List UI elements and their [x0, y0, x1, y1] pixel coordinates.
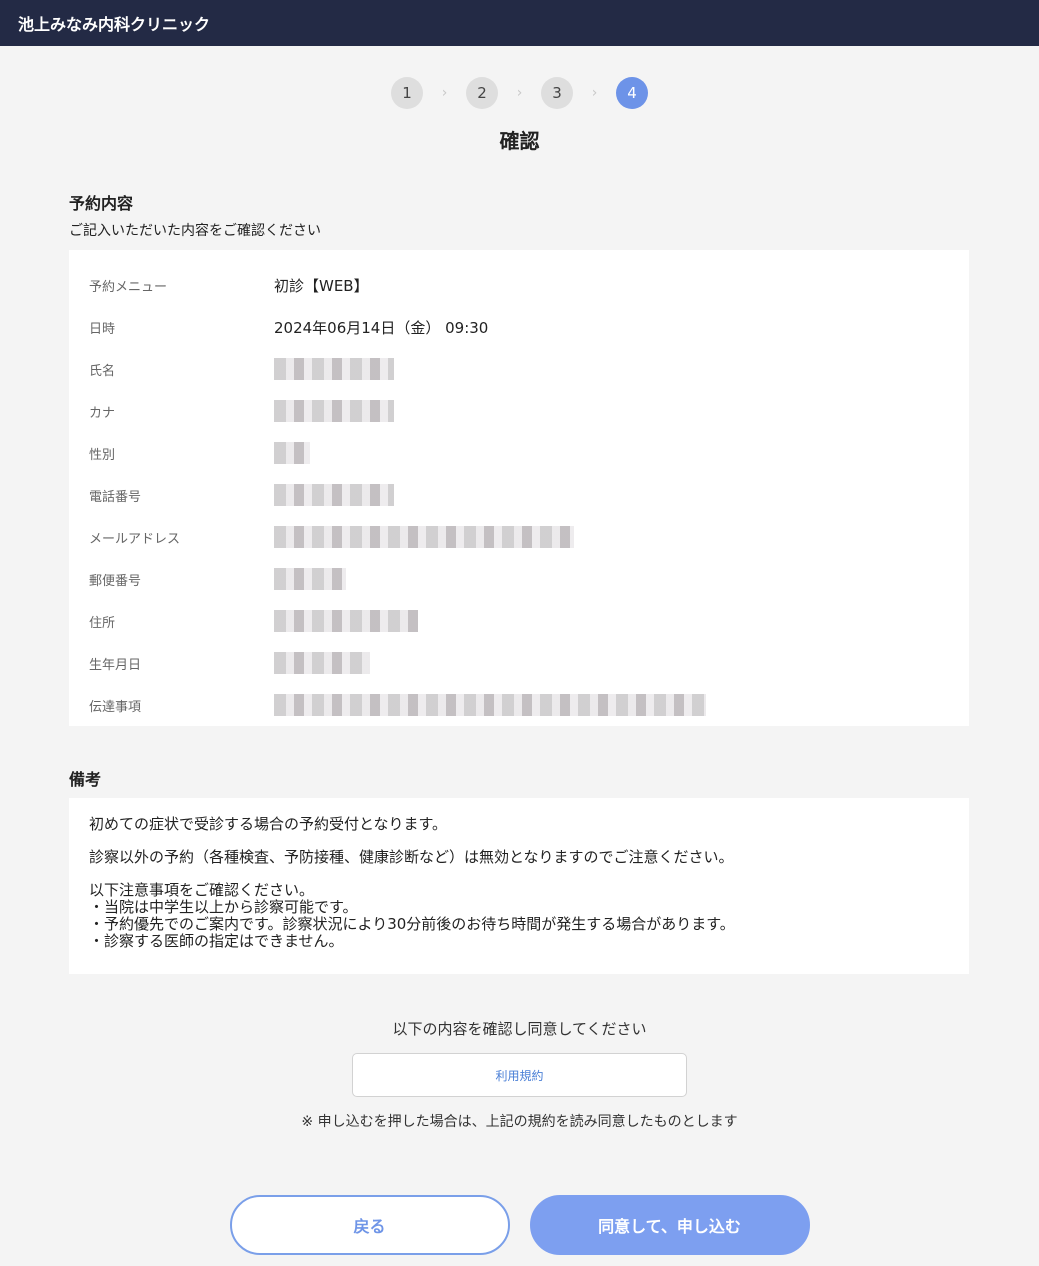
- redacted-value: [274, 652, 370, 674]
- redacted-value: [274, 526, 574, 548]
- reservation-subtitle: ご記入いただいた内容をご確認ください: [69, 223, 321, 239]
- detail-label: 予約メニュー: [89, 279, 168, 295]
- detail-label: 住所: [89, 615, 116, 631]
- app-header: 池上みなみ内科クリニック: [0, 0, 1039, 46]
- redacted-value: [274, 610, 418, 632]
- consent-note: ※ 申し込むを押した場合は、上記の規約を読み同意したものとします: [301, 1114, 738, 1130]
- agree-submit-button[interactable]: 同意して、申し込む: [529, 1195, 810, 1255]
- chevron-right-icon: ›: [441, 84, 448, 101]
- redacted-value: [274, 568, 346, 590]
- remarks-line: 初めての症状で受診する場合の予約受付となります。: [89, 815, 448, 833]
- chevron-right-icon: ›: [591, 84, 598, 101]
- detail-row-email: メールアドレス: [89, 516, 949, 558]
- detail-row-address: 住所: [89, 600, 949, 642]
- detail-label: メールアドレス: [89, 531, 181, 547]
- detail-label: 伝達事項: [89, 699, 142, 715]
- detail-row-phone: 電話番号: [89, 474, 949, 516]
- remarks-line: 以下注意事項をご確認ください。: [89, 881, 315, 899]
- redacted-value: [274, 484, 394, 506]
- detail-row-name: 氏名: [89, 348, 949, 390]
- redacted-value: [274, 358, 394, 380]
- step-1: 1: [391, 76, 423, 109]
- redacted-value: [274, 400, 394, 422]
- step-4-current: 4: [616, 76, 648, 109]
- detail-label: 氏名: [89, 363, 116, 379]
- consent-prompt: 以下の内容を確認し同意してください: [392, 1020, 647, 1038]
- detail-label: 生年月日: [89, 657, 142, 673]
- detail-row-datetime: 日時 2024年06月14日（金） 09:30: [89, 306, 949, 348]
- step-3: 3: [541, 76, 573, 109]
- list-item: ・予約優先でのご案内です。診察状況により30分前後のお待ち時間が発生する場合があ…: [89, 915, 735, 933]
- reservation-details-card: 予約メニュー 初診【WEB】 日時 2024年06月14日（金） 09:30 氏…: [69, 250, 969, 726]
- remarks-notice-list: 以下注意事項をご確認ください。 ・当院は中学生以上から診察可能です。 ・予約優先…: [89, 882, 949, 950]
- detail-value: 初診【WEB】: [274, 276, 369, 295]
- remarks-card: 初めての症状で受診する場合の予約受付となります。 診察以外の予約（各種検査、予防…: [69, 798, 969, 974]
- remarks-section-title: 備考: [69, 770, 102, 789]
- detail-row-gender: 性別: [89, 432, 949, 474]
- detail-row-postal: 郵便番号: [89, 558, 949, 600]
- back-button[interactable]: 戻る: [229, 1195, 510, 1255]
- redacted-value: [274, 694, 706, 716]
- action-buttons: 戻る 同意して、申し込む: [0, 1195, 1039, 1255]
- step-indicator: 1 › 2 › 3 › 4: [0, 76, 1039, 109]
- chevron-right-icon: ›: [516, 84, 523, 101]
- detail-row-birthdate: 生年月日: [89, 642, 949, 684]
- step-2: 2: [466, 76, 498, 109]
- detail-row-kana: カナ: [89, 390, 949, 432]
- remarks-line: 診察以外の予約（各種検査、予防接種、健康診断など）は無効となりますのでご注意くだ…: [89, 848, 734, 866]
- detail-label: 電話番号: [89, 489, 142, 505]
- detail-label: 郵便番号: [89, 573, 142, 589]
- clinic-name: 池上みなみ内科クリニック: [18, 15, 211, 34]
- detail-label: カナ: [89, 405, 116, 421]
- reservation-section-title: 予約内容: [69, 194, 134, 213]
- page-title: 確認: [499, 129, 540, 153]
- detail-label: 日時: [89, 321, 116, 337]
- list-item: ・当院は中学生以上から診察可能です。: [89, 898, 358, 916]
- detail-value: 2024年06月14日（金） 09:30: [274, 318, 489, 337]
- detail-row-menu: 予約メニュー 初診【WEB】: [89, 264, 949, 306]
- terms-of-use-button[interactable]: 利用規約: [352, 1053, 687, 1097]
- list-item: ・診察する医師の指定はできません。: [89, 932, 344, 950]
- redacted-value: [274, 442, 310, 464]
- detail-row-message: 伝達事項: [89, 684, 949, 726]
- detail-label: 性別: [89, 447, 116, 463]
